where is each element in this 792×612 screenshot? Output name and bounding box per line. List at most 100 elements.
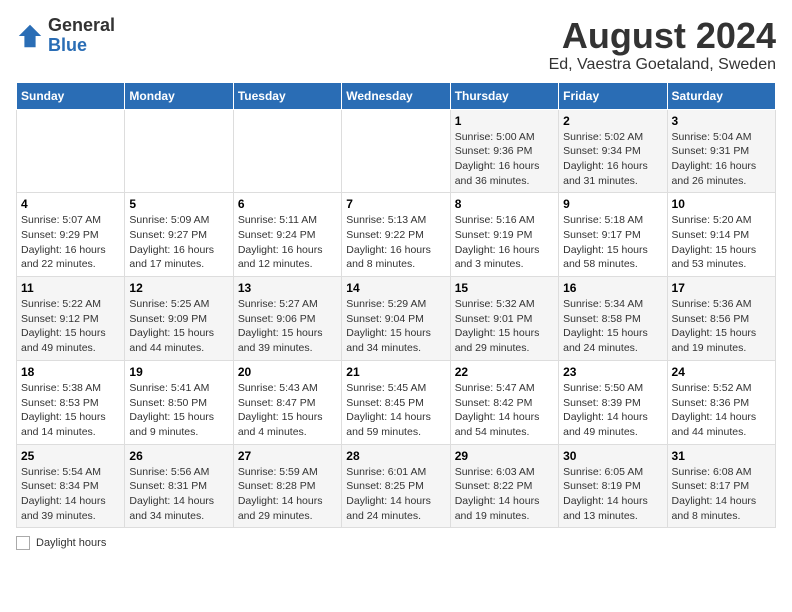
day-info: Sunrise: 5:25 AM Sunset: 9:09 PM Dayligh… [129,297,228,356]
day-number: 12 [129,281,228,295]
day-number: 2 [563,114,662,128]
logo-icon [16,22,44,50]
day-number: 20 [238,365,337,379]
day-info: Sunrise: 5:54 AM Sunset: 8:34 PM Dayligh… [21,465,120,524]
calendar-cell: 10Sunrise: 5:20 AM Sunset: 9:14 PM Dayli… [667,193,775,277]
calendar-cell: 15 Sunrise: 5:32 AM Sunset: 9:01 PM Dayli… [450,277,558,361]
calendar-cell: 29 Sunrise: 6:03 AM Sunset: 8:22 PM Dayli… [450,444,558,528]
day-number: 14 [346,281,445,295]
calendar-row: 1Sunrise: 5:00 AM Sunset: 9:36 PM Daylig… [17,109,776,193]
day-number: 30 [563,449,662,463]
day-number: 11 [21,281,120,295]
daylight-box [16,536,30,550]
calendar-cell: 30 Sunrise: 6:05 AM Sunset: 8:19 PM Dayli… [559,444,667,528]
calendar-cell: 7 Sunrise: 5:13 AM Sunset: 9:22 PM Daylig… [342,193,450,277]
calendar-cell: 1Sunrise: 5:00 AM Sunset: 9:36 PM Daylig… [450,109,558,193]
calendar-cell: 18Sunrise: 5:38 AM Sunset: 8:53 PM Dayli… [17,360,125,444]
calendar-cell: 23 Sunrise: 5:50 AM Sunset: 8:39 PM Dayli… [559,360,667,444]
page-header: General Blue August 2024 Ed, Vaestra Goe… [16,16,776,74]
day-info: Sunrise: 5:36 AM Sunset: 8:56 PM Dayligh… [672,297,771,356]
calendar-cell: 22 Sunrise: 5:47 AM Sunset: 8:42 PM Dayli… [450,360,558,444]
header-cell-tuesday: Tuesday [233,82,341,109]
calendar-cell: 3Sunrise: 5:04 AM Sunset: 9:31 PM Daylig… [667,109,775,193]
day-info: Sunrise: 5:52 AM Sunset: 8:36 PM Dayligh… [672,381,771,440]
calendar-cell: 5Sunrise: 5:09 AM Sunset: 9:27 PM Daylig… [125,193,233,277]
day-info: Sunrise: 5:18 AM Sunset: 9:17 PM Dayligh… [563,213,662,272]
logo-text: General Blue [48,16,115,56]
day-info: Sunrise: 5:27 AM Sunset: 9:06 PM Dayligh… [238,297,337,356]
day-info: Sunrise: 6:08 AM Sunset: 8:17 PM Dayligh… [672,465,771,524]
calendar-cell: 19Sunrise: 5:41 AM Sunset: 8:50 PM Dayli… [125,360,233,444]
day-number: 18 [21,365,120,379]
footer: Daylight hours [16,536,776,550]
day-number: 4 [21,197,120,211]
calendar-cell: 26Sunrise: 5:56 AM Sunset: 8:31 PM Dayli… [125,444,233,528]
calendar-cell: 21 Sunrise: 5:45 AM Sunset: 8:45 PM Dayli… [342,360,450,444]
day-number: 8 [455,197,554,211]
day-info: Sunrise: 5:02 AM Sunset: 9:34 PM Dayligh… [563,130,662,189]
header-cell-wednesday: Wednesday [342,82,450,109]
calendar-row: 25 Sunrise: 5:54 AM Sunset: 8:34 PM Dayli… [17,444,776,528]
calendar-cell: 13Sunrise: 5:27 AM Sunset: 9:06 PM Dayli… [233,277,341,361]
day-info: Sunrise: 5:45 AM Sunset: 8:45 PM Dayligh… [346,381,445,440]
day-number: 21 [346,365,445,379]
calendar-row: 18Sunrise: 5:38 AM Sunset: 8:53 PM Dayli… [17,360,776,444]
calendar-cell: 31 Sunrise: 6:08 AM Sunset: 8:17 PM Dayli… [667,444,775,528]
day-number: 22 [455,365,554,379]
day-number: 15 [455,281,554,295]
day-info: Sunrise: 5:11 AM Sunset: 9:24 PM Dayligh… [238,213,337,272]
day-number: 31 [672,449,771,463]
day-info: Sunrise: 5:13 AM Sunset: 9:22 PM Dayligh… [346,213,445,272]
day-info: Sunrise: 6:01 AM Sunset: 8:25 PM Dayligh… [346,465,445,524]
day-info: Sunrise: 5:07 AM Sunset: 9:29 PM Dayligh… [21,213,120,272]
day-number: 7 [346,197,445,211]
calendar-cell: 12 Sunrise: 5:25 AM Sunset: 9:09 PM Dayli… [125,277,233,361]
calendar-cell: 24 Sunrise: 5:52 AM Sunset: 8:36 PM Dayli… [667,360,775,444]
logo-blue: Blue [48,36,115,56]
calendar-cell: 25 Sunrise: 5:54 AM Sunset: 8:34 PM Dayli… [17,444,125,528]
calendar-table: SundayMondayTuesdayWednesdayThursdayFrid… [16,82,776,529]
header-cell-monday: Monday [125,82,233,109]
day-number: 19 [129,365,228,379]
calendar-cell [125,109,233,193]
day-info: Sunrise: 5:20 AM Sunset: 9:14 PM Dayligh… [672,213,771,272]
day-number: 3 [672,114,771,128]
day-info: Sunrise: 5:32 AM Sunset: 9:01 PM Dayligh… [455,297,554,356]
footer-label: Daylight hours [36,537,106,549]
day-info: Sunrise: 5:56 AM Sunset: 8:31 PM Dayligh… [129,465,228,524]
day-info: Sunrise: 5:50 AM Sunset: 8:39 PM Dayligh… [563,381,662,440]
calendar-cell [342,109,450,193]
day-number: 28 [346,449,445,463]
calendar-cell: 6 Sunrise: 5:11 AM Sunset: 9:24 PM Daylig… [233,193,341,277]
calendar-cell [17,109,125,193]
calendar-cell: 4 Sunrise: 5:07 AM Sunset: 9:29 PM Daylig… [17,193,125,277]
day-info: Sunrise: 5:59 AM Sunset: 8:28 PM Dayligh… [238,465,337,524]
day-info: Sunrise: 5:29 AM Sunset: 9:04 PM Dayligh… [346,297,445,356]
calendar-body: 1Sunrise: 5:00 AM Sunset: 9:36 PM Daylig… [17,109,776,528]
day-info: Sunrise: 5:34 AM Sunset: 8:58 PM Dayligh… [563,297,662,356]
day-info: Sunrise: 5:43 AM Sunset: 8:47 PM Dayligh… [238,381,337,440]
header-cell-saturday: Saturday [667,82,775,109]
calendar-cell: 11Sunrise: 5:22 AM Sunset: 9:12 PM Dayli… [17,277,125,361]
day-number: 25 [21,449,120,463]
calendar-row: 11Sunrise: 5:22 AM Sunset: 9:12 PM Dayli… [17,277,776,361]
calendar-cell [233,109,341,193]
page-title: August 2024 [549,16,776,56]
header-cell-sunday: Sunday [17,82,125,109]
day-number: 29 [455,449,554,463]
calendar-cell: 16 Sunrise: 5:34 AM Sunset: 8:58 PM Dayli… [559,277,667,361]
day-info: Sunrise: 5:47 AM Sunset: 8:42 PM Dayligh… [455,381,554,440]
day-number: 24 [672,365,771,379]
day-info: Sunrise: 6:03 AM Sunset: 8:22 PM Dayligh… [455,465,554,524]
day-number: 16 [563,281,662,295]
day-number: 23 [563,365,662,379]
day-number: 6 [238,197,337,211]
calendar-cell: 2 Sunrise: 5:02 AM Sunset: 9:34 PM Daylig… [559,109,667,193]
header-row: SundayMondayTuesdayWednesdayThursdayFrid… [17,82,776,109]
day-info: Sunrise: 6:05 AM Sunset: 8:19 PM Dayligh… [563,465,662,524]
day-number: 17 [672,281,771,295]
day-info: Sunrise: 5:09 AM Sunset: 9:27 PM Dayligh… [129,213,228,272]
calendar-cell: 9Sunrise: 5:18 AM Sunset: 9:17 PM Daylig… [559,193,667,277]
calendar-cell: 17 Sunrise: 5:36 AM Sunset: 8:56 PM Dayli… [667,277,775,361]
calendar-cell: 27Sunrise: 5:59 AM Sunset: 8:28 PM Dayli… [233,444,341,528]
